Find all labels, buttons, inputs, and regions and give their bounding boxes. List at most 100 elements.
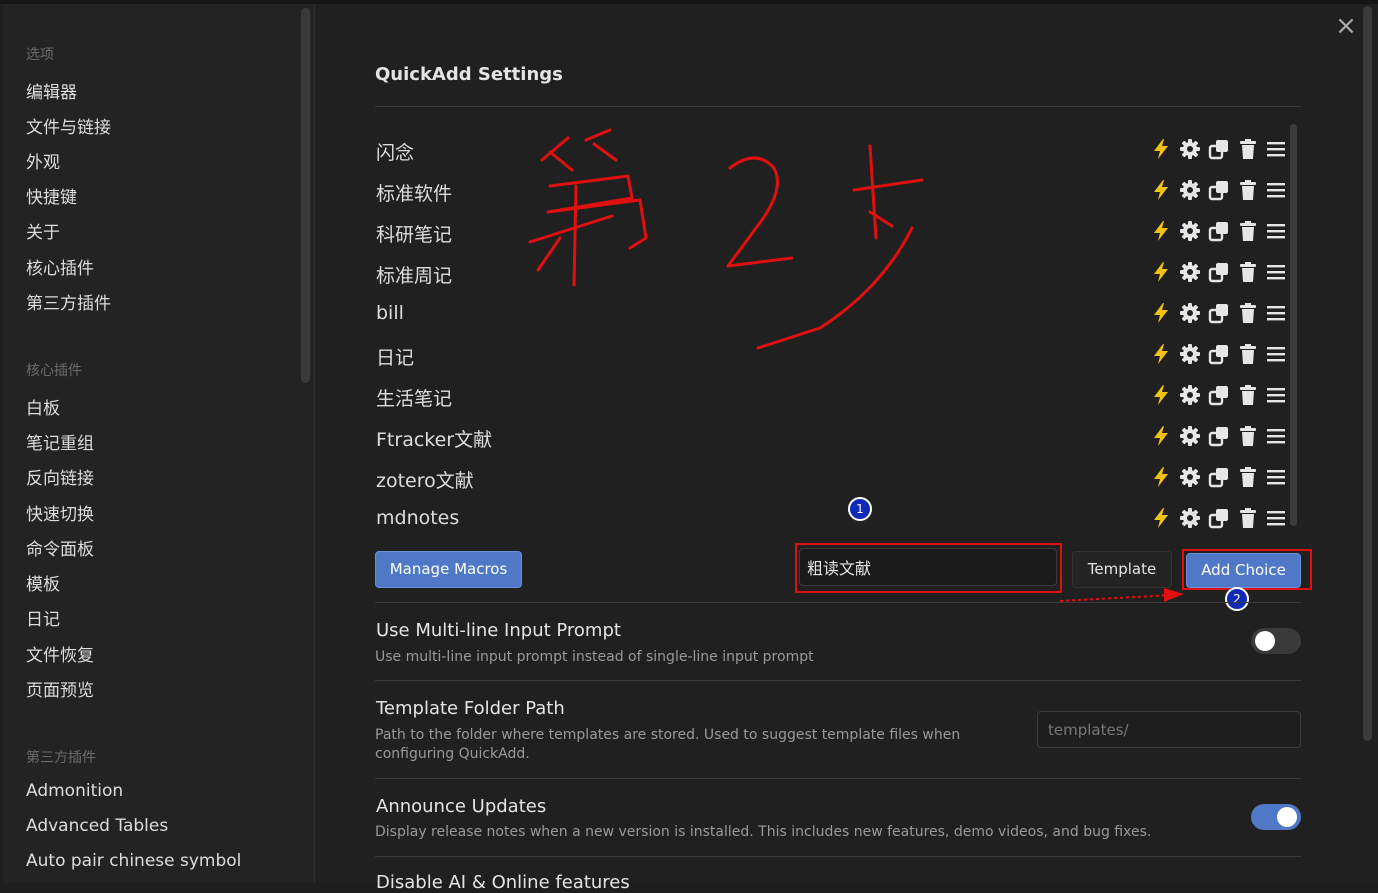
setting-divider	[375, 680, 1301, 681]
gear-icon[interactable]	[1179, 179, 1201, 201]
close-button[interactable]: ×	[1335, 13, 1357, 39]
gear-icon[interactable]	[1179, 425, 1201, 447]
content-scrollbar[interactable]	[1363, 6, 1372, 741]
drag-handle-icon[interactable]	[1265, 343, 1287, 365]
gear-icon[interactable]	[1179, 343, 1201, 365]
drag-handle-icon[interactable]	[1265, 179, 1287, 201]
trash-icon[interactable]	[1237, 302, 1259, 324]
trash-icon[interactable]	[1237, 425, 1259, 447]
drag-handle-icon[interactable]	[1265, 138, 1287, 160]
sidebar-scrollbar[interactable]	[301, 8, 310, 383]
bolt-icon[interactable]	[1150, 179, 1172, 201]
add-choice-button[interactable]: Add Choice	[1186, 553, 1301, 588]
sidebar-item-community-plugins[interactable]: 第三方插件	[26, 289, 111, 314]
drag-handle-icon[interactable]	[1265, 302, 1287, 324]
template-folder-input[interactable]	[1037, 711, 1301, 748]
announce-updates-toggle[interactable]	[1251, 804, 1301, 830]
annotation-badge-2: 2	[1225, 587, 1249, 611]
section-divider	[375, 602, 1301, 603]
duplicate-icon[interactable]	[1208, 261, 1230, 283]
choice-name: 生活笔记	[376, 388, 453, 410]
choice-actions	[1150, 466, 1290, 490]
bolt-icon[interactable]	[1150, 466, 1172, 488]
trash-icon[interactable]	[1237, 507, 1259, 529]
page-title: QuickAdd Settings	[375, 64, 563, 85]
sidebar-item-advanced-tables[interactable]: Advanced Tables	[26, 816, 168, 836]
sidebar-section-community-plugins: 第三方插件	[26, 750, 96, 766]
sidebar-item-canvas[interactable]: 白板	[26, 394, 60, 419]
annotation-badge-1: 1	[848, 497, 872, 521]
trash-icon[interactable]	[1237, 138, 1259, 160]
manage-macros-button[interactable]: Manage Macros	[375, 551, 522, 588]
setting-divider	[375, 856, 1301, 857]
sidebar-item-editor[interactable]: 编辑器	[26, 78, 77, 103]
sidebar-item-templates[interactable]: 模板	[26, 570, 60, 595]
drag-handle-icon[interactable]	[1265, 384, 1287, 406]
sidebar-item-core-plugins[interactable]: 核心插件	[26, 254, 94, 279]
duplicate-icon[interactable]	[1208, 302, 1230, 324]
sidebar-item-note-composer[interactable]: 笔记重组	[26, 429, 94, 454]
bolt-icon[interactable]	[1150, 384, 1172, 406]
sidebar-item-quick-switcher[interactable]: 快速切换	[26, 500, 94, 525]
choice-actions	[1150, 261, 1290, 285]
drag-handle-icon[interactable]	[1265, 466, 1287, 488]
trash-icon[interactable]	[1237, 466, 1259, 488]
choice-actions	[1150, 220, 1290, 244]
duplicate-icon[interactable]	[1208, 425, 1230, 447]
gear-icon[interactable]	[1179, 220, 1201, 242]
sidebar-item-admonition[interactable]: Admonition	[26, 781, 123, 801]
duplicate-icon[interactable]	[1208, 220, 1230, 242]
gear-icon[interactable]	[1179, 384, 1201, 406]
sidebar-item-hotkeys[interactable]: 快捷键	[26, 183, 77, 208]
trash-icon[interactable]	[1237, 384, 1259, 406]
setting-desc-announce-updates: Display release notes when a new version…	[375, 824, 1152, 840]
duplicate-icon[interactable]	[1208, 138, 1230, 160]
bolt-icon[interactable]	[1150, 220, 1172, 242]
duplicate-icon[interactable]	[1208, 507, 1230, 529]
sidebar-item-file-recovery[interactable]: 文件恢复	[26, 641, 94, 666]
setting-name-multiline: Use Multi-line Input Prompt	[376, 620, 621, 641]
choice-name-input[interactable]	[799, 548, 1057, 586]
sidebar-item-auto-pair-chinese-symbol[interactable]: Auto pair chinese symbol	[26, 851, 241, 871]
duplicate-icon[interactable]	[1208, 179, 1230, 201]
gear-icon[interactable]	[1179, 466, 1201, 488]
choice-actions	[1150, 425, 1290, 449]
sidebar-item-command-palette[interactable]: 命令面板	[26, 535, 94, 560]
bolt-icon[interactable]	[1150, 261, 1172, 283]
drag-handle-icon[interactable]	[1265, 261, 1287, 283]
drag-handle-icon[interactable]	[1265, 425, 1287, 447]
choice-type-select[interactable]: Template	[1072, 551, 1172, 588]
sidebar-item-backlinks[interactable]: 反向链接	[26, 464, 94, 489]
drag-handle-icon[interactable]	[1265, 220, 1287, 242]
bolt-icon[interactable]	[1150, 507, 1172, 529]
trash-icon[interactable]	[1237, 343, 1259, 365]
drag-handle-icon[interactable]	[1265, 507, 1287, 529]
gear-icon[interactable]	[1179, 302, 1201, 324]
choice-list-scrollbar[interactable]	[1290, 124, 1297, 526]
bolt-icon[interactable]	[1150, 425, 1172, 447]
sidebar-item-appearance[interactable]: 外观	[26, 148, 60, 173]
sidebar-item-page-preview[interactable]: 页面预览	[26, 676, 94, 701]
duplicate-icon[interactable]	[1208, 466, 1230, 488]
choice-actions	[1150, 343, 1290, 367]
gear-icon[interactable]	[1179, 138, 1201, 160]
gear-icon[interactable]	[1179, 261, 1201, 283]
bolt-icon[interactable]	[1150, 302, 1172, 324]
bolt-icon[interactable]	[1150, 138, 1172, 160]
trash-icon[interactable]	[1237, 179, 1259, 201]
sidebar-item-files-links[interactable]: 文件与链接	[26, 113, 111, 138]
sidebar-item-about[interactable]: 关于	[26, 218, 60, 243]
duplicate-icon[interactable]	[1208, 384, 1230, 406]
choice-name: bill	[376, 302, 404, 324]
bolt-icon[interactable]	[1150, 343, 1172, 365]
sidebar-item-daily-notes[interactable]: 日记	[26, 605, 60, 630]
choice-actions	[1150, 179, 1290, 203]
gear-icon[interactable]	[1179, 507, 1201, 529]
choice-name: 标准周记	[376, 265, 453, 287]
choice-name: zotero文献	[376, 470, 474, 492]
multiline-prompt-toggle[interactable]	[1251, 628, 1301, 654]
choice-name: 科研笔记	[376, 224, 453, 246]
trash-icon[interactable]	[1237, 261, 1259, 283]
trash-icon[interactable]	[1237, 220, 1259, 242]
duplicate-icon[interactable]	[1208, 343, 1230, 365]
